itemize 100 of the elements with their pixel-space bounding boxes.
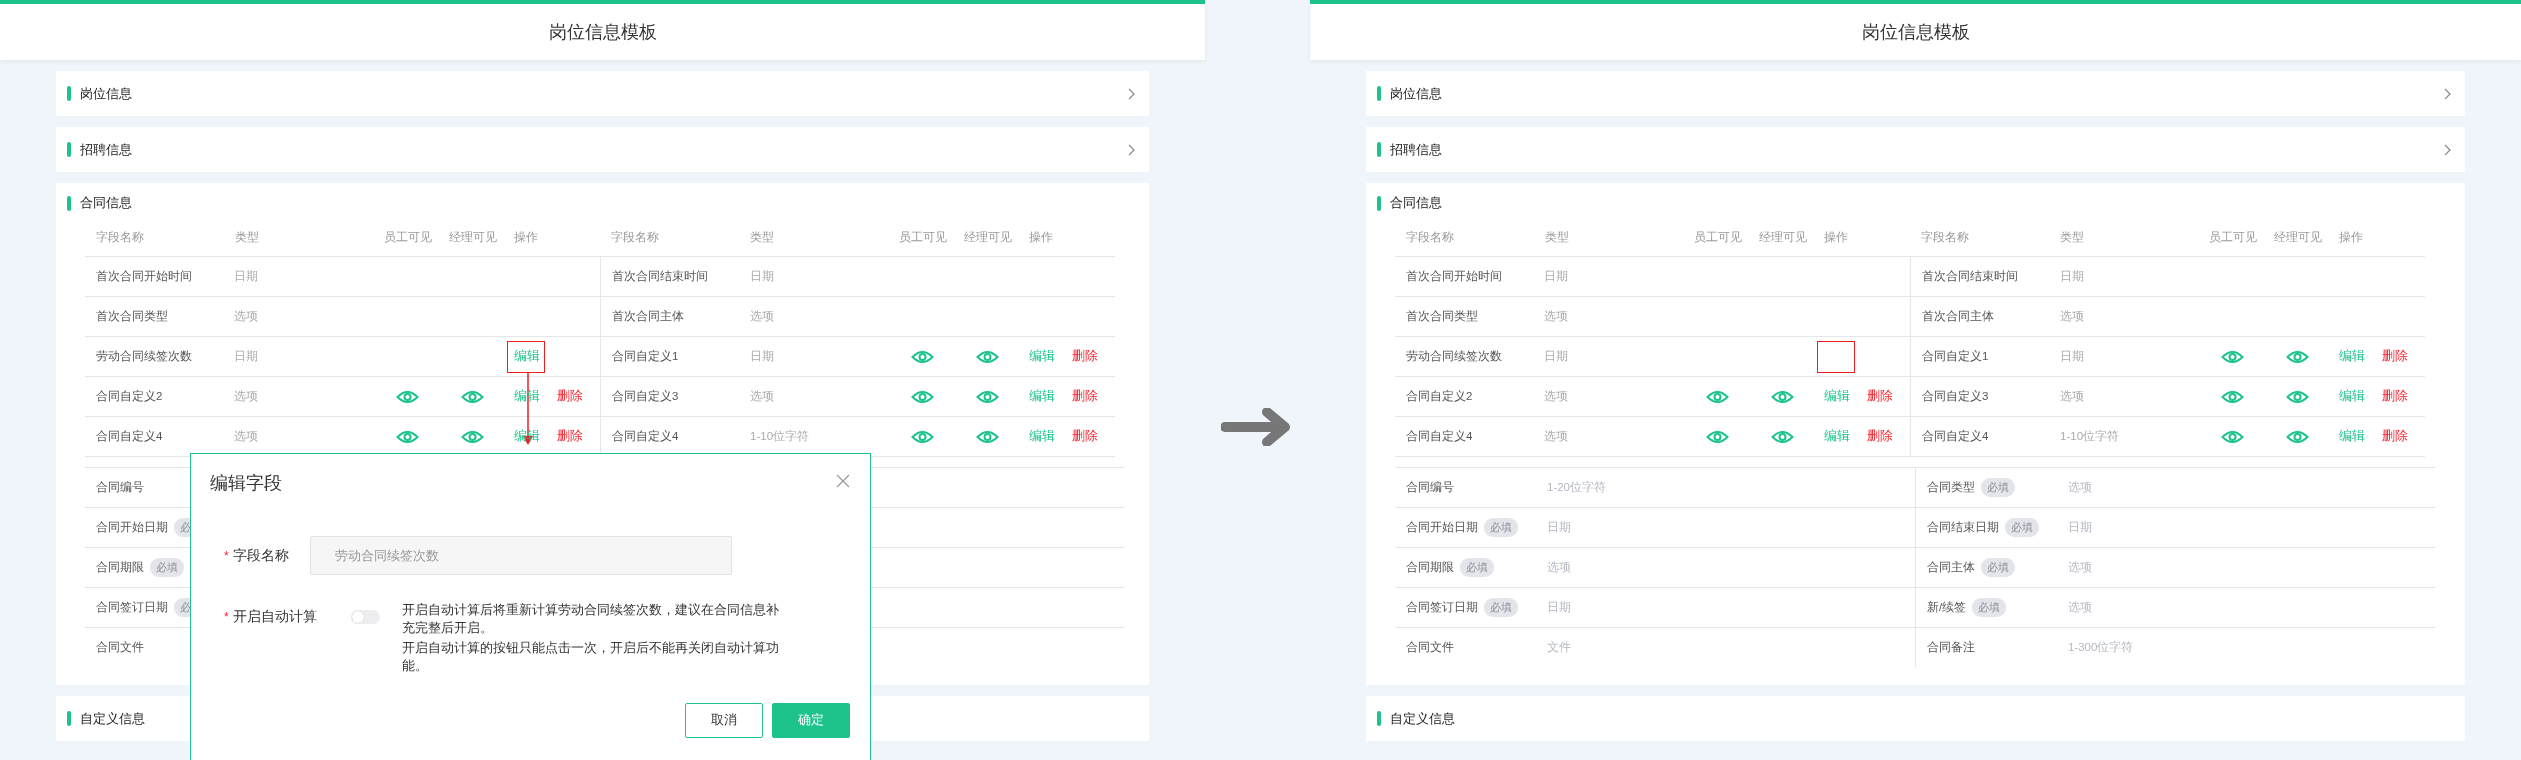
- eye-icon[interactable]: [395, 389, 419, 404]
- field-label: 新/续签: [1927, 600, 1967, 615]
- field-type: 选项: [750, 309, 776, 324]
- field-hint: 1-20位字符: [1547, 480, 1607, 495]
- required-tag: 必填: [2005, 518, 2039, 537]
- section-header[interactable]: 自定义信息: [1366, 696, 2465, 741]
- close-icon[interactable]: [836, 474, 850, 488]
- delete-link[interactable]: 删除: [1866, 388, 1893, 405]
- field-label: 合同编号: [1406, 480, 1454, 495]
- field-name: 首次合同结束时间: [612, 269, 709, 284]
- eye-icon[interactable]: [1705, 389, 1729, 404]
- field-type: 日期: [1544, 349, 1570, 364]
- column-header: 员工可见: [383, 229, 432, 246]
- edit-link[interactable]: 编辑: [1028, 428, 1055, 445]
- eye-icon[interactable]: [975, 389, 999, 404]
- field-type: 1-10位字符: [750, 429, 811, 444]
- form-label: 字段名称: [232, 546, 289, 565]
- field-hint: 日期: [2068, 520, 2092, 535]
- eye-icon[interactable]: [911, 389, 934, 404]
- eye-icon[interactable]: [975, 349, 999, 364]
- required-tag: 必填: [1484, 518, 1518, 537]
- page-title: 岗位信息模板: [548, 21, 657, 44]
- help-text: 开启自动计算后将重新计算劳动合同续签次数，建议在合同信息补充完整后开启。: [402, 601, 780, 637]
- eye-icon[interactable]: [460, 389, 484, 404]
- field-name: 合同自定义3: [1922, 389, 1990, 404]
- section-header[interactable]: 招聘信息: [56, 127, 1149, 172]
- edit-link[interactable]: 编辑: [2338, 388, 2365, 405]
- eye-icon[interactable]: [1705, 429, 1729, 444]
- field-type: 选项: [1544, 309, 1570, 324]
- field-hint: 选项: [2068, 560, 2092, 575]
- field-type: 选项: [234, 429, 260, 444]
- eye-icon[interactable]: [975, 429, 999, 444]
- section-header[interactable]: 招聘信息: [1366, 127, 2465, 172]
- eye-icon[interactable]: [460, 429, 484, 444]
- field-label: 合同期限: [96, 560, 144, 575]
- field-name: 劳动合同续签次数: [96, 349, 193, 364]
- chevron-right-icon: [1127, 87, 1135, 100]
- edit-link[interactable]: 编辑: [2338, 428, 2365, 445]
- field-name: 劳动合同续签次数: [1406, 349, 1503, 364]
- column-header: 经理可见: [1758, 229, 1807, 246]
- required-tag: 必填: [1972, 598, 2007, 617]
- delete-link[interactable]: 删除: [2381, 348, 2408, 365]
- field-name: 合同自定义3: [612, 389, 680, 404]
- field-type: 选项: [234, 309, 260, 324]
- section-header[interactable]: 岗位信息: [56, 71, 1149, 116]
- field-hint: 选项: [1547, 560, 1571, 575]
- field-hint: 选项: [2068, 480, 2092, 495]
- toggle-switch[interactable]: [351, 610, 380, 624]
- column-header: 字段名称: [96, 229, 145, 246]
- column-header: 类型: [749, 229, 775, 246]
- dialog-title: 编辑字段: [210, 472, 282, 495]
- eye-icon[interactable]: [2285, 349, 2309, 364]
- eye-icon[interactable]: [911, 429, 934, 444]
- delete-link[interactable]: 删除: [2381, 428, 2408, 445]
- eye-icon[interactable]: [1770, 389, 1794, 404]
- required-mark: *: [224, 610, 229, 624]
- field-name: 合同自定义1: [1922, 349, 1990, 364]
- delete-link[interactable]: 删除: [2381, 388, 2408, 405]
- eye-icon[interactable]: [2221, 349, 2244, 364]
- field-label: 合同备注: [1927, 640, 1975, 655]
- field-label: 合同开始日期: [1406, 520, 1478, 535]
- confirm-button[interactable]: 确定: [772, 703, 850, 738]
- field-hint: 1-300位字符: [2068, 640, 2134, 655]
- field-label: 合同类型: [1927, 480, 1975, 495]
- eye-icon[interactable]: [1770, 429, 1794, 444]
- field-name: 首次合同主体: [1922, 309, 1995, 324]
- edit-link[interactable]: 编辑: [1823, 428, 1850, 445]
- delete-link[interactable]: 删除: [1071, 428, 1098, 445]
- column-header: 字段名称: [1921, 229, 1970, 246]
- field-name: 合同自定义4: [96, 429, 164, 444]
- delete-link[interactable]: 删除: [1071, 388, 1098, 405]
- delete-link[interactable]: 删除: [1866, 428, 1893, 445]
- field-hint: 日期: [1547, 600, 1571, 615]
- eye-icon[interactable]: [2221, 429, 2244, 444]
- field-name: 首次合同开始时间: [1406, 269, 1503, 284]
- edit-link[interactable]: 编辑: [1823, 388, 1850, 405]
- column-header: 操作: [2338, 229, 2363, 246]
- eye-icon[interactable]: [2221, 389, 2244, 404]
- delete-link[interactable]: 删除: [556, 428, 583, 445]
- delete-link[interactable]: 删除: [556, 388, 583, 405]
- edit-link[interactable]: 编辑: [2338, 348, 2365, 365]
- edit-link[interactable]: 编辑: [1028, 388, 1055, 405]
- field-name: 合同自定义4: [1406, 429, 1474, 444]
- required-tag: 必填: [150, 558, 184, 577]
- column-header: 操作: [513, 229, 538, 246]
- eye-icon[interactable]: [911, 349, 934, 364]
- section-header[interactable]: 岗位信息: [1366, 71, 2465, 116]
- eye-icon[interactable]: [2285, 389, 2309, 404]
- cancel-button[interactable]: 取消: [685, 703, 763, 738]
- section-title: 合同信息: [1390, 194, 1443, 212]
- field-name: 首次合同类型: [96, 309, 169, 324]
- field-type: 选项: [2060, 389, 2086, 404]
- chevron-right-icon: [2443, 143, 2451, 156]
- column-header: 经理可见: [448, 229, 497, 246]
- required-tag: 必填: [1981, 478, 2015, 497]
- eye-icon[interactable]: [395, 429, 419, 444]
- delete-link[interactable]: 删除: [1071, 348, 1098, 365]
- eye-icon[interactable]: [2285, 429, 2309, 444]
- edit-link[interactable]: 编辑: [513, 348, 540, 365]
- edit-link[interactable]: 编辑: [1028, 348, 1055, 365]
